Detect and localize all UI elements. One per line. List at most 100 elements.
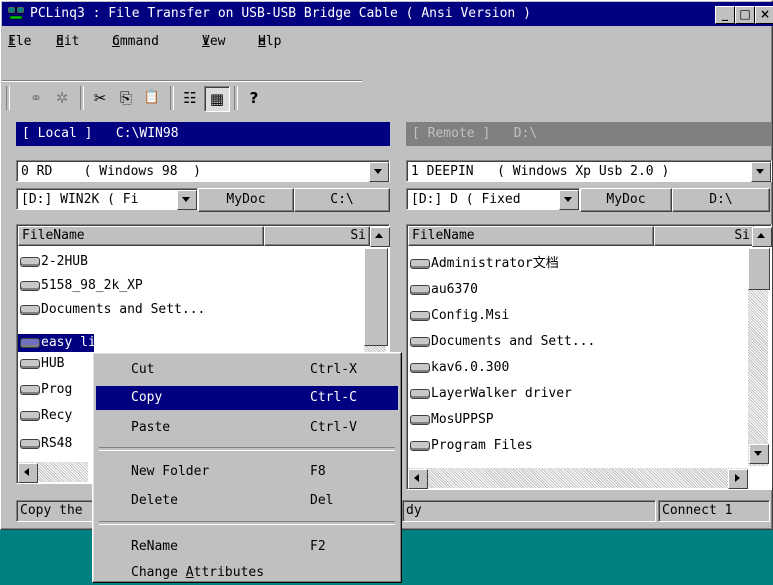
folder-icon [410, 388, 430, 399]
context-menu-new-folder[interactable]: New Folder F8 [96, 460, 398, 484]
local-file-row[interactable]: HUB [20, 352, 64, 376]
remote-vertical-scrollbar[interactable] [748, 248, 770, 466]
context-menu-change-attributes[interactable]: Change Attributes [96, 561, 398, 585]
remote-file-row[interactable]: LayerWalker driver [410, 382, 572, 406]
toolbar-divider [2, 80, 362, 82]
disconnect-icon[interactable]: ✲ [50, 86, 74, 110]
remote-file-row[interactable]: Documents and Sett... [410, 330, 595, 354]
local-file-row[interactable]: Documents and Sett... [20, 298, 205, 322]
connect-icon[interactable]: ⚭ [24, 86, 48, 110]
minimize-button[interactable]: _ [715, 6, 735, 24]
toolbar-separator [234, 86, 238, 110]
local-computer-dropdown-icon[interactable] [369, 162, 389, 182]
menu-item-label: Copy [131, 390, 163, 405]
folder-icon [410, 440, 430, 451]
menu-edit-rest: dit [56, 34, 80, 49]
close-button[interactable]: × [755, 6, 773, 24]
remote-file-row[interactable]: Program Files [410, 434, 533, 458]
remote-drive-dropdown-icon[interactable] [559, 190, 579, 210]
remote-scroll-left-icon[interactable] [408, 469, 428, 489]
remote-file-name: MosUPPSP [431, 412, 494, 427]
remote-col-filename[interactable]: FileName [408, 226, 654, 246]
remote-file-name: Administrator文档 [431, 256, 559, 271]
remote-col-size[interactable]: Si [654, 226, 754, 246]
list-view-icon[interactable]: ☷ [178, 86, 202, 110]
toolbar-grip [6, 86, 10, 110]
menu-item-label: Paste [131, 420, 171, 435]
remote-file-row[interactable]: Config.Msi [410, 304, 509, 328]
folder-icon [20, 384, 40, 395]
detail-view-icon[interactable]: ▦ [204, 86, 230, 112]
remote-file-name: au6370 [431, 282, 478, 297]
local-file-name: 2-2HUB [41, 254, 88, 269]
remote-scroll-up-icon[interactable] [752, 227, 772, 247]
folder-icon [20, 358, 40, 369]
context-menu-rename[interactable]: ReName F2 [96, 535, 398, 559]
context-menu-copy[interactable]: Copy Ctrl-C [96, 386, 398, 410]
menu-item-label: New Folder [131, 464, 210, 479]
local-mydoc-button[interactable]: MyDoc [198, 188, 294, 212]
window-title: PCLinq3 : File Transfer on USB-USB Bridg… [30, 6, 531, 21]
remote-scroll-down-icon[interactable] [749, 444, 769, 464]
menu-command-rest: ommand [112, 34, 159, 49]
connection-status: Connect 1 [658, 500, 770, 522]
remote-file-name: Config.Msi [431, 308, 510, 323]
folder-icon [20, 304, 40, 315]
local-file-row[interactable]: Prog [20, 378, 72, 402]
context-menu-cut[interactable]: Cut Ctrl-X [96, 358, 398, 382]
remote-file-row[interactable]: MosUPPSP [410, 408, 494, 432]
local-col-filename[interactable]: FileName [18, 226, 264, 246]
remote-mydoc-button[interactable]: MyDoc [580, 188, 672, 212]
help-icon[interactable]: ? [242, 86, 266, 110]
local-root-button[interactable]: C:\ [294, 188, 390, 212]
remote-root-button[interactable]: D:\ [672, 188, 770, 212]
copy-icon[interactable]: ⎘ [114, 86, 138, 110]
local-drive-select[interactable]: [D:] WIN2K ( Fi [16, 188, 198, 210]
menu-item-shortcut: Ctrl-C [310, 390, 357, 405]
folder-icon [410, 414, 430, 425]
remote-status-text: dy [402, 500, 656, 522]
menu-item-label: ReName [131, 539, 178, 554]
context-menu-paste[interactable]: Paste Ctrl-V [96, 416, 398, 440]
local-file-row-selected[interactable]: easy link [18, 334, 111, 352]
remote-file-row[interactable]: au6370 [410, 278, 478, 302]
local-computer-select[interactable]: 0 RD ( Windows 98 ) [16, 160, 390, 182]
paste-icon[interactable]: 📋 [140, 86, 164, 110]
remote-scroll-thumb[interactable] [748, 248, 770, 290]
cut-icon[interactable]: ✂ [88, 86, 112, 110]
local-file-row[interactable]: 5158_98_2k_XP [20, 274, 143, 298]
remote-drive-select[interactable]: [D:] D ( Fixed [406, 188, 580, 210]
menu-item-label: Change Attributes [131, 561, 264, 585]
local-col-size[interactable]: Si [264, 226, 370, 246]
remote-horizontal-scrollbar[interactable] [408, 468, 748, 489]
folder-icon [410, 258, 430, 269]
remote-computer-value: 1 DEEPIN ( Windows Xp Usb 2.0 ) [411, 164, 670, 179]
menu-bar: File Edit Command View Help [2, 28, 773, 50]
local-scroll-up-icon[interactable] [370, 227, 390, 247]
remote-file-row[interactable]: kav6.0.300 [410, 356, 509, 380]
maximize-button[interactable]: □ [735, 6, 755, 24]
remote-scroll-right-icon[interactable] [728, 469, 748, 489]
menu-item-label: Delete [131, 493, 178, 508]
menu-item-label: Cut [131, 362, 155, 377]
menu-item-label-rest: ttributes [193, 565, 265, 580]
remote-file-name: Program Files [431, 438, 533, 453]
title-bar[interactable]: PCLinq3 : File Transfer on USB-USB Bridg… [2, 2, 773, 26]
local-file-row[interactable]: RS48 [20, 432, 72, 456]
context-menu: Cut Ctrl-X Copy Ctrl-C Paste Ctrl-V New Fol… [92, 352, 402, 583]
local-file-row[interactable]: 2-2HUB [20, 250, 88, 274]
local-drive-dropdown-icon[interactable] [177, 190, 197, 210]
menu-separator [99, 447, 395, 451]
local-scroll-thumb[interactable] [364, 248, 388, 346]
local-file-name: 5158_98_2k_XP [41, 278, 143, 293]
menu-file-rest: ile [8, 34, 32, 49]
local-scroll-left-icon[interactable] [18, 463, 38, 483]
local-horizontal-scrollbar[interactable] [18, 462, 88, 483]
menu-item-shortcut: Ctrl-X [310, 362, 357, 377]
remote-computer-dropdown-icon[interactable] [751, 162, 771, 182]
context-menu-delete[interactable]: Delete Del [96, 489, 398, 513]
remote-file-row[interactable]: Administrator文档 [410, 252, 559, 276]
remote-computer-select[interactable]: 1 DEEPIN ( Windows Xp Usb 2.0 ) [406, 160, 772, 182]
local-file-row[interactable]: Recy [20, 404, 72, 428]
remote-file-name: Documents and Sett... [431, 334, 596, 349]
